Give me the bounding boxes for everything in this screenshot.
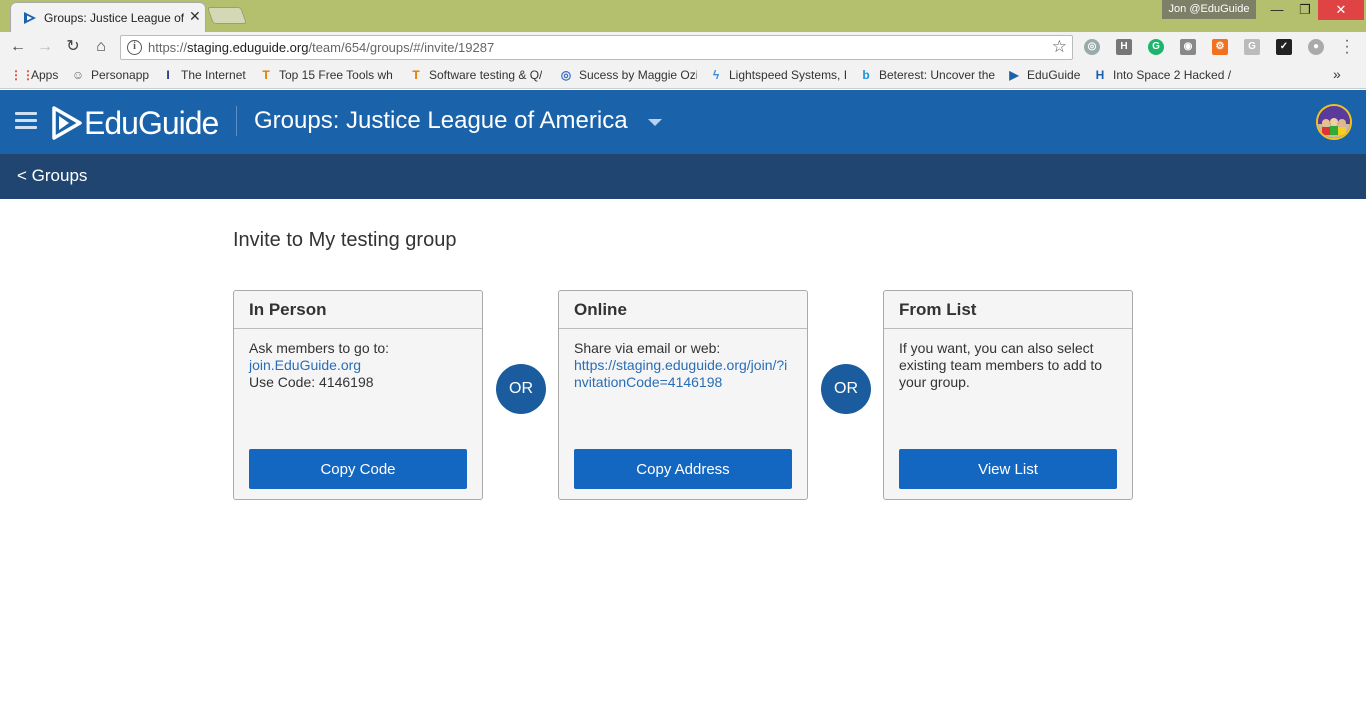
menu-dots-icon[interactable]: · · ·	[1344, 33, 1350, 61]
bookmark-label: Top 15 Free Tools wh	[279, 68, 393, 82]
bookmark-item[interactable]: T Software testing & Q/	[408, 67, 542, 83]
bookmark-label: Lightspeed Systems, I	[729, 68, 847, 82]
bookmark-item[interactable]: ☺ Personapp	[70, 67, 149, 83]
grammarly-icon[interactable]: G	[1148, 39, 1164, 55]
view-list-button[interactable]: View List	[899, 449, 1117, 489]
copy-code-button[interactable]: Copy Code	[249, 449, 467, 489]
bookmark-item[interactable]: T Top 15 Free Tools wh	[258, 67, 393, 83]
forward-arrow-icon[interactable]: →	[35, 37, 55, 57]
online-card: Online Share via email or web: https://s…	[558, 290, 808, 500]
bookmark-star-icon[interactable]: ☆	[1052, 37, 1067, 57]
browser-tab[interactable]: Groups: Justice League of America ✕	[10, 2, 206, 32]
beterest-icon: b	[862, 68, 870, 82]
bookmark-item[interactable]: b Beterest: Uncover the	[858, 67, 995, 83]
bookmark-label: The Internet	[181, 68, 246, 82]
card-text: If you want, you can also select existin…	[899, 340, 1103, 390]
bookmark-item[interactable]: H Into Space 2 Hacked /	[1092, 67, 1231, 83]
profile-badge[interactable]: Jon @EduGuide	[1162, 0, 1256, 19]
extension-globe-icon[interactable]: ◎	[1084, 39, 1100, 55]
browser-toolbar: ← → ↻ ⌂ i https://staging.eduguide.org/t…	[0, 32, 1366, 62]
maximize-icon[interactable]: ❐	[1290, 0, 1320, 20]
new-tab-button[interactable]	[206, 7, 248, 24]
card-text: Share via email or web:	[574, 340, 721, 356]
bookmark-item[interactable]: I The Internet	[160, 67, 246, 83]
bookmark-label: Software testing & Q/	[429, 68, 543, 82]
minimize-icon[interactable]: —	[1262, 0, 1292, 20]
hubspot-icon[interactable]: ⚙	[1212, 39, 1228, 55]
invitation-url-link[interactable]: https://staging.eduguide.org/join/?invit…	[574, 357, 792, 391]
bookmark-label: EduGuide	[1027, 68, 1081, 82]
card-heading: In Person	[234, 291, 482, 329]
from-list-card: From List If you want, you can also sele…	[883, 290, 1133, 500]
close-window-icon[interactable]: ✕	[1318, 0, 1364, 20]
url-text[interactable]: https://staging.eduguide.org/team/654/gr…	[148, 40, 494, 55]
card-heading: From List	[884, 291, 1132, 329]
eduguide-favicon-icon	[24, 12, 36, 24]
logo-text: EduGuide	[84, 104, 219, 141]
or-divider: OR	[821, 364, 871, 414]
reload-icon[interactable]: ↻	[63, 37, 83, 57]
address-bar[interactable]: i https://staging.eduguide.org/team/654/…	[120, 35, 1073, 60]
shield-icon: T	[412, 68, 420, 82]
internet-icon: I	[166, 68, 170, 82]
bookmark-item[interactable]: ▶ EduGuide	[1006, 67, 1080, 83]
camera-icon[interactable]: ◉	[1180, 39, 1196, 55]
shield-icon: T	[262, 68, 270, 82]
extension-g-icon[interactable]: G	[1244, 39, 1260, 55]
card-body: If you want, you can also select existin…	[884, 329, 1132, 402]
eduguide-logo[interactable]: EduGuide	[52, 103, 219, 143]
caret-down-icon[interactable]	[648, 119, 662, 126]
personapp-icon: ☺	[71, 68, 85, 82]
card-body: Ask members to go to: join.EduGuide.org …	[234, 329, 482, 402]
card-heading: Online	[559, 291, 807, 329]
header-divider	[236, 106, 237, 136]
invite-code: Use Code: 4146198	[249, 374, 374, 390]
target-icon: ◎	[560, 68, 572, 82]
or-divider: OR	[496, 364, 546, 414]
bookmark-label: Personapp	[91, 68, 150, 82]
join-link[interactable]: join.EduGuide.org	[249, 357, 467, 374]
bookmark-label: Beterest: Uncover the	[879, 68, 996, 82]
in-person-card: In Person Ask members to go to: join.Edu…	[233, 290, 483, 500]
home-icon[interactable]: ⌂	[91, 37, 111, 57]
invite-heading: Invite to My testing group	[233, 229, 457, 251]
bookmark-label: Sucess by Maggie Ozi	[579, 68, 697, 82]
window-titlebar: Groups: Justice League of America ✕ Jon …	[0, 0, 1366, 32]
ux-check-icon[interactable]: ✓	[1276, 39, 1292, 55]
bookmark-item[interactable]: ◎ Sucess by Maggie Ozi	[558, 67, 697, 83]
copy-address-button[interactable]: Copy Address	[574, 449, 792, 489]
info-icon[interactable]: i	[127, 40, 142, 55]
sub-navigation: < Groups	[0, 154, 1366, 199]
bookmarks-bar: ⋮⋮ Apps ☺ Personapp I The Internet T Top 15 Fre…	[0, 62, 1366, 89]
card-body: Share via email or web: https://staging.…	[559, 329, 807, 402]
bookmark-item[interactable]: ⋮⋮ Apps	[10, 67, 58, 83]
hamburger-menu-icon[interactable]	[15, 112, 37, 130]
bookmark-label: Apps	[31, 68, 59, 82]
page-title[interactable]: Groups: Justice League of America	[254, 107, 628, 135]
extension-circle-icon[interactable]: ●	[1308, 39, 1324, 55]
avatar[interactable]	[1316, 104, 1352, 140]
bookmarks-overflow-icon[interactable]: »	[1333, 66, 1341, 82]
card-text: Ask members to go to:	[249, 340, 390, 356]
eduguide-logo-icon	[52, 106, 82, 140]
h-icon: H	[1095, 68, 1105, 82]
bookmark-label: Into Space 2 Hacked /	[1113, 68, 1231, 82]
tab-close-icon[interactable]: ✕	[189, 8, 201, 25]
back-arrow-icon[interactable]: ←	[8, 37, 28, 57]
app-header: EduGuide Groups: Justice League of Ameri…	[0, 90, 1366, 154]
bookmark-item[interactable]: ϟ Lightspeed Systems, I	[708, 67, 847, 83]
eduguide-icon: ▶	[1009, 68, 1019, 82]
avatar-image	[1318, 106, 1350, 138]
apps-grid-icon: ⋮⋮	[10, 68, 34, 82]
extension-h-icon[interactable]: H	[1116, 39, 1132, 55]
lightspeed-icon: ϟ	[712, 68, 720, 82]
tab-title: Groups: Justice League of America	[44, 11, 184, 25]
back-to-groups-link[interactable]: < Groups	[17, 166, 87, 186]
